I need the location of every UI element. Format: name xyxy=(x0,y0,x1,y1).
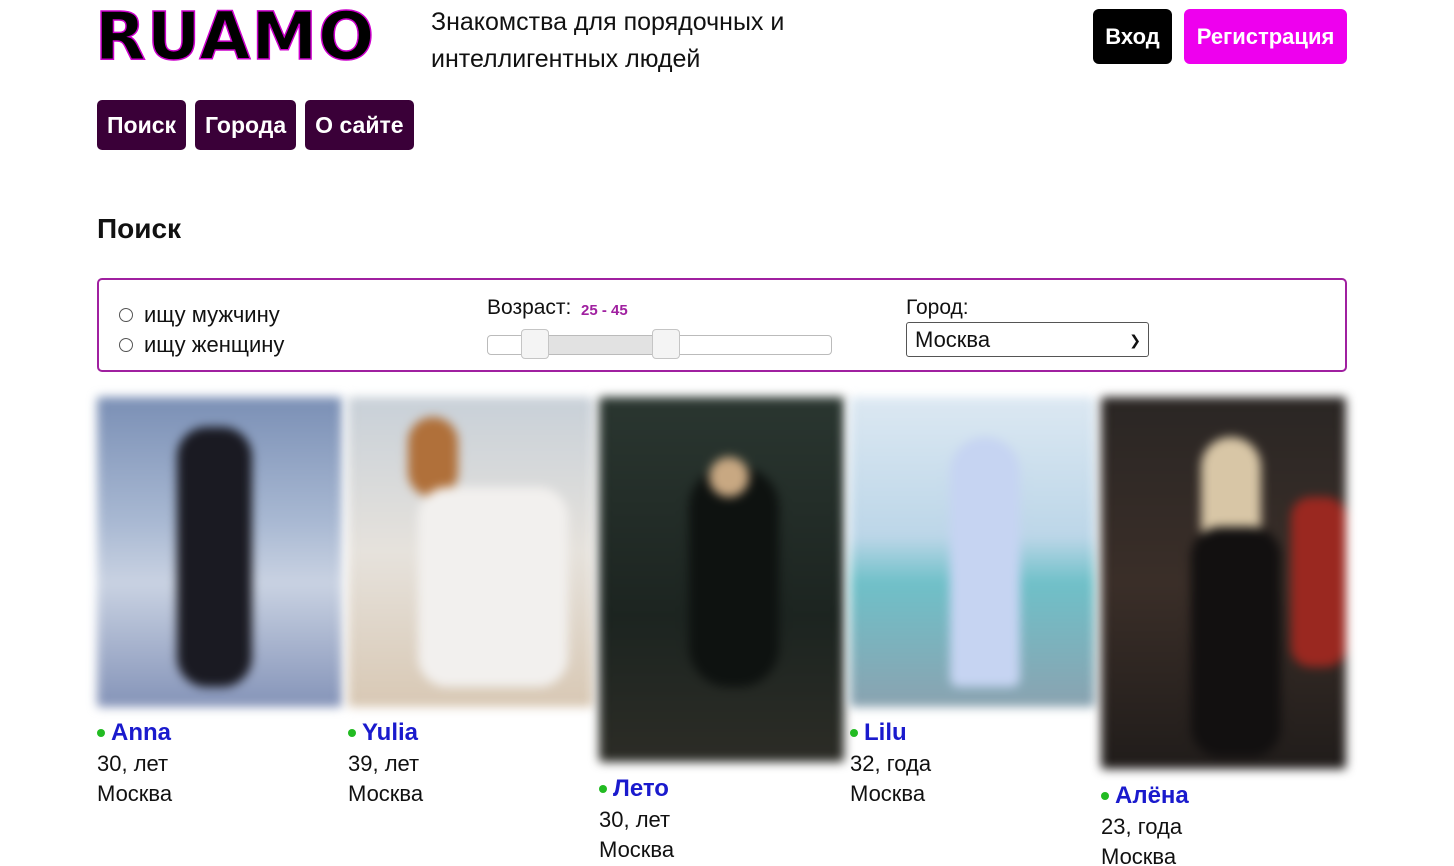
age-slider-selected-range xyxy=(536,336,667,354)
profile-city: Москва xyxy=(348,781,424,806)
age-range-slider[interactable] xyxy=(487,329,832,359)
profile-age: 39, лет xyxy=(348,751,420,776)
radio-label-female: ищу женщину xyxy=(144,332,285,357)
profile-age: 32, года xyxy=(850,751,932,776)
main-nav: Поиск Города О сайте xyxy=(97,100,414,150)
radio-seek-male[interactable] xyxy=(119,308,133,322)
online-status-icon xyxy=(850,729,858,737)
chevron-down-icon: ❯ xyxy=(1129,332,1141,348)
nav-item-about[interactable]: О сайте xyxy=(305,100,414,150)
gender-option-male[interactable]: ищу мужчину xyxy=(119,302,280,328)
age-label: Возраст: xyxy=(487,296,572,319)
gender-option-female[interactable]: ищу женщину xyxy=(119,332,284,358)
register-button[interactable]: Регистрация xyxy=(1184,9,1347,64)
city-select[interactable]: Москва ❯ xyxy=(906,322,1149,357)
profile-name[interactable]: Алёна xyxy=(1115,782,1189,810)
profile-city: Москва xyxy=(599,837,675,862)
radio-label-male: ищу мужчину xyxy=(144,302,280,327)
online-status-icon xyxy=(97,729,105,737)
search-filter-panel: ищу мужчину ищу женщину Возраст: 25 - 45… xyxy=(97,278,1347,372)
profile-photo[interactable] xyxy=(599,397,844,762)
city-label: Город: xyxy=(906,296,969,319)
profile-age: 30, лет xyxy=(97,751,169,776)
profile-name[interactable]: Anna xyxy=(111,719,171,747)
online-status-icon xyxy=(599,785,607,793)
profile-age: 23, года xyxy=(1101,814,1183,839)
site-logo[interactable]: RUAMO xyxy=(94,3,375,71)
page-title: Поиск xyxy=(97,213,182,244)
online-status-icon xyxy=(348,729,356,737)
profile-photo[interactable] xyxy=(1101,397,1346,769)
online-status-icon xyxy=(1101,792,1109,800)
radio-seek-female[interactable] xyxy=(119,338,133,352)
nav-item-cities[interactable]: Города xyxy=(195,100,297,150)
profile-age: 30, лет xyxy=(599,807,671,832)
age-slider-min-handle[interactable] xyxy=(521,329,549,359)
login-button[interactable]: Вход xyxy=(1093,9,1172,64)
profile-name[interactable]: Лето xyxy=(613,775,669,803)
city-selected-value: Москва xyxy=(915,326,991,352)
profile-name[interactable]: Yulia xyxy=(362,719,418,747)
profile-photo[interactable] xyxy=(348,397,593,707)
nav-item-search[interactable]: Поиск xyxy=(97,100,187,150)
age-slider-max-handle[interactable] xyxy=(652,329,680,359)
age-range-value: 25 - 45 xyxy=(581,302,628,319)
profile-city: Москва xyxy=(850,781,926,806)
profile-photo[interactable] xyxy=(850,397,1095,707)
profile-city: Москва xyxy=(1101,844,1177,866)
profile-name[interactable]: Lilu xyxy=(864,719,907,747)
profile-photo[interactable] xyxy=(97,397,342,707)
site-tagline: Знакомства для порядочных и интеллигентн… xyxy=(431,8,785,73)
profile-city: Москва xyxy=(97,781,173,806)
